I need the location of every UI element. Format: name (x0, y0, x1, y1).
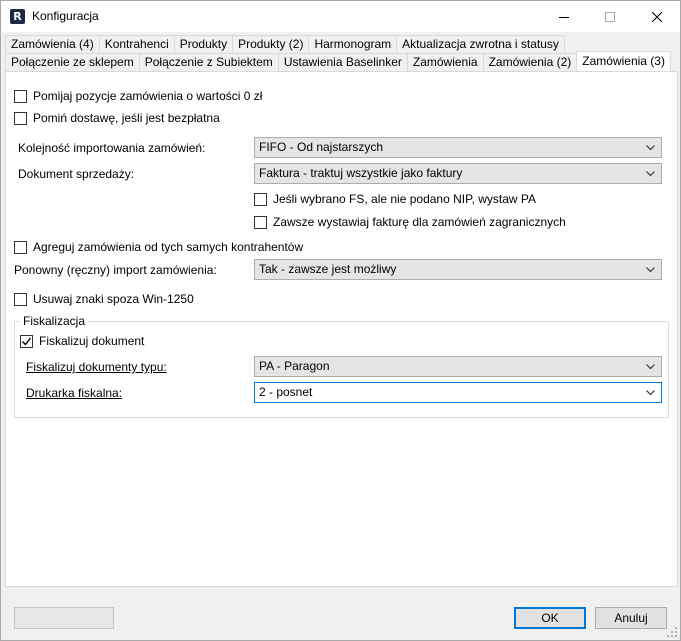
window-title: Konfiguracja (32, 9, 99, 23)
tab-polaczenie-subiekt[interactable]: Połączenie z Subiektem (138, 53, 279, 71)
maximize-button[interactable] (587, 1, 633, 32)
ok-button[interactable]: OK (514, 607, 586, 629)
skip-free-delivery-label: Pomiń dostawę, jeśli jest bezpłatna (33, 111, 220, 125)
import-order-label: Kolejność importowania zamówień: (18, 141, 206, 155)
skip-zero-checkbox-row[interactable]: Pomijaj pozycje zamówienia o wartości 0 … (14, 89, 262, 103)
tab-produkty-2[interactable]: Produkty (2) (232, 35, 310, 53)
fiscalize-label: Fiskalizuj dokument (39, 334, 145, 348)
tab-zamowienia-3[interactable]: Zamówienia (3) (576, 51, 671, 71)
tab-polaczenie-sklep[interactable]: Połączenie ze sklepem (5, 53, 140, 71)
minimize-icon (559, 16, 569, 18)
printer-label: Drukarka fiskalna: (26, 386, 123, 400)
tab-harmonogram[interactable]: Harmonogram (308, 35, 398, 53)
title-bar: R Konfiguracja (1, 1, 680, 32)
aggregate-row[interactable]: Agreguj zamówienia od tych samych kontra… (14, 240, 303, 254)
chevron-down-icon (646, 145, 655, 151)
tab-kontrahenci[interactable]: Kontrahenci (98, 35, 175, 53)
chevron-down-icon (646, 364, 655, 370)
maximize-icon (605, 11, 615, 22)
aggregate-checkbox[interactable] (14, 240, 27, 254)
skip-free-delivery-checkbox[interactable] (14, 111, 27, 125)
import-order-select[interactable]: FIFO - Od najstarszych (254, 137, 662, 158)
import-order-value: FIFO - Od najstarszych (259, 140, 384, 154)
foreign-invoice-checkbox[interactable] (254, 215, 267, 229)
chevron-down-icon (646, 267, 655, 273)
skip-free-delivery-row[interactable]: Pomiń dostawę, jeśli jest bezpłatna (14, 111, 220, 125)
sales-doc-value: Faktura - traktuj wszystkie jako faktury (259, 166, 463, 180)
reimport-value: Tak - zawsze jest możliwy (259, 262, 397, 276)
fiscal-group-label: Fiskalizacja (20, 314, 89, 328)
fs-no-nip-row[interactable]: Jeśli wybrano FS, ale nie podano NIP, wy… (254, 192, 536, 206)
chevron-down-icon (646, 171, 655, 177)
tab-zamowienia-2[interactable]: Zamówienia (2) (482, 53, 578, 71)
doc-types-select[interactable]: PA - Paragon (254, 356, 662, 377)
tab-strip-row1: Zamówienia (4) Kontrahenci Produkty Prod… (5, 35, 565, 53)
skip-zero-label: Pomijaj pozycje zamówienia o wartości 0 … (33, 89, 263, 103)
fs-no-nip-label: Jeśli wybrano FS, ale nie podano NIP, wy… (273, 192, 537, 206)
remove-chars-checkbox[interactable] (14, 292, 27, 306)
chevron-down-icon (646, 390, 655, 396)
cancel-button[interactable]: Anuluj (595, 607, 667, 629)
resize-grip-icon[interactable] (667, 627, 677, 637)
foreign-invoice-label: Zawsze wystawiaj fakturę dla zamówień za… (273, 215, 566, 229)
tab-produkty[interactable]: Produkty (173, 35, 234, 53)
tab-zamowienia-4[interactable]: Zamówienia (4) (5, 35, 100, 53)
printer-value: 2 - posnet (259, 385, 313, 399)
tab-strip-row2: Połączenie ze sklepem Połączenie z Subie… (5, 51, 671, 71)
tab-ustawienia-baselinker[interactable]: Ustawienia Baselinker (277, 53, 408, 71)
fiscalize-checkbox[interactable] (20, 334, 33, 348)
printer-select[interactable]: 2 - posnet (254, 382, 662, 403)
minimize-button[interactable] (541, 1, 587, 32)
fs-no-nip-checkbox[interactable] (254, 192, 267, 206)
fiscalize-row[interactable]: Fiskalizuj dokument (20, 334, 144, 348)
remove-chars-label: Usuwaj znaki spoza Win-1250 (33, 292, 194, 306)
close-icon (652, 11, 662, 22)
tab-zamowienia[interactable]: Zamówienia (406, 53, 484, 71)
tab-aktualizacja[interactable]: Aktualizacja zwrotna i statusy (396, 35, 565, 53)
reimport-label: Ponowny (ręczny) import zamówienia: (14, 263, 217, 277)
checkmark-icon (22, 337, 32, 346)
skip-zero-checkbox[interactable] (14, 89, 27, 103)
doc-types-value: PA - Paragon (259, 359, 330, 373)
doc-types-label: Fiskalizuj dokumenty typu: (26, 360, 167, 374)
reimport-select[interactable]: Tak - zawsze jest możliwy (254, 259, 662, 280)
close-button[interactable] (634, 1, 680, 32)
sales-doc-select[interactable]: Faktura - traktuj wszystkie jako faktury (254, 163, 662, 184)
aggregate-label: Agreguj zamówienia od tych samych kontra… (33, 240, 304, 254)
foreign-invoice-row[interactable]: Zawsze wystawiaj fakturę dla zamówień za… (254, 215, 566, 229)
disabled-button (14, 607, 114, 629)
remove-chars-row[interactable]: Usuwaj znaki spoza Win-1250 (14, 292, 194, 306)
sales-doc-label: Dokument sprzedaży: (18, 167, 135, 181)
config-window: R Konfiguracja Zamówienia (4) Kontrahenc… (0, 0, 681, 641)
app-logo-icon: R (10, 9, 25, 24)
